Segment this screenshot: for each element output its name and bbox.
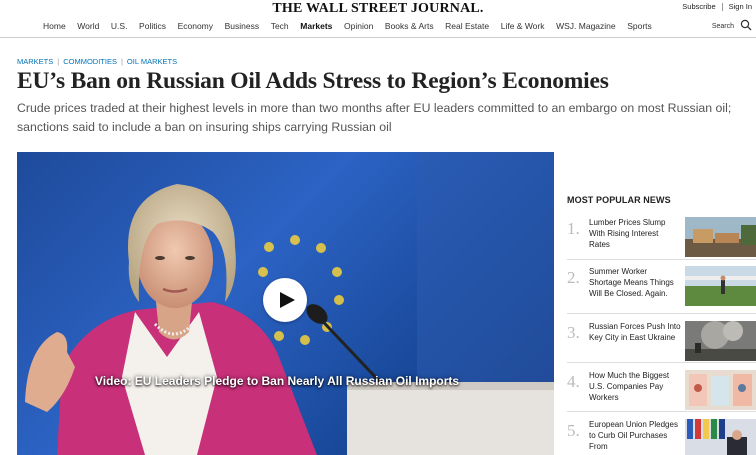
breadcrumb-commodities[interactable]: COMMODITIES xyxy=(63,57,117,66)
popular-headline[interactable]: Russian Forces Push Into Key City in Eas… xyxy=(589,321,681,343)
play-icon xyxy=(280,292,295,308)
popular-rank: 1. xyxy=(567,219,580,238)
divider: | xyxy=(57,57,60,66)
nav-item-real-estate[interactable]: Real Estate xyxy=(445,21,489,31)
popular-item-4[interactable]: 4. How Much the Biggest U.S. Companies P… xyxy=(567,370,756,414)
nav-item-us[interactable]: U.S. xyxy=(111,21,128,31)
popular-thumbnail[interactable] xyxy=(685,217,756,257)
nav-item-world[interactable]: World xyxy=(77,21,99,31)
wsj-logo[interactable]: THE WALL STREET JOURNAL. xyxy=(0,1,756,17)
search-label: Search xyxy=(711,22,734,30)
video-caption[interactable]: Video: EU Leaders Pledge to Ban Nearly A… xyxy=(95,374,459,388)
most-popular-title: MOST POPULAR NEWS xyxy=(567,195,671,205)
popular-item-5[interactable]: 5. European Union Pledges to Curb Oil Pu… xyxy=(567,419,756,455)
popular-thumbnail[interactable] xyxy=(685,321,756,361)
popular-item-3[interactable]: 3. Russian Forces Push Into Key City in … xyxy=(567,321,756,365)
popular-thumbnail[interactable] xyxy=(685,419,756,455)
popular-rank: 2. xyxy=(567,268,580,287)
nav-item-business[interactable]: Business xyxy=(225,21,260,31)
popular-rank: 5. xyxy=(567,421,580,440)
article-dek: Crude prices traded at their highest lev… xyxy=(17,101,732,134)
video-player[interactable]: Video: EU Leaders Pledge to Ban Nearly A… xyxy=(17,152,554,455)
breadcrumb-oil-markets[interactable]: OIL MARKETS xyxy=(127,57,177,66)
popular-thumbnail[interactable] xyxy=(685,370,756,410)
article-headline: EU’s Ban on Russian Oil Adds Stress to R… xyxy=(17,68,609,94)
masthead: THE WALL STREET JOURNAL. Subscribe Sign I… xyxy=(0,0,756,38)
search-icon xyxy=(740,19,752,33)
nav-item-sports[interactable]: Sports xyxy=(627,21,652,31)
popular-headline[interactable]: European Union Pledges to Curb Oil Purch… xyxy=(589,419,681,452)
popular-thumbnail[interactable] xyxy=(685,266,756,306)
account-links: Subscribe Sign In xyxy=(676,2,752,12)
breadcrumb: MARKETS | COMMODITIES | OIL MARKETS xyxy=(17,57,177,66)
nav-item-opinion[interactable]: Opinion xyxy=(344,21,373,31)
nav-item-politics[interactable]: Politics xyxy=(139,21,166,31)
nav-item-home[interactable]: Home xyxy=(43,21,66,31)
breadcrumb-markets[interactable]: MARKETS xyxy=(17,57,53,66)
divider xyxy=(567,362,756,363)
nav-item-wsj-magazine[interactable]: WSJ. Magazine xyxy=(556,21,616,31)
nav-item-books-arts[interactable]: Books & Arts xyxy=(385,21,434,31)
divider: | xyxy=(120,57,123,66)
search-button[interactable]: Search xyxy=(712,19,752,33)
popular-headline[interactable]: Summer Worker Shortage Means Things Will… xyxy=(589,266,681,299)
nav-item-markets[interactable]: Markets xyxy=(300,21,332,31)
nav-item-economy[interactable]: Economy xyxy=(178,21,213,31)
nav-item-life-work[interactable]: Life & Work xyxy=(501,21,545,31)
popular-rank: 4. xyxy=(567,372,580,391)
divider xyxy=(567,411,756,412)
play-button[interactable] xyxy=(263,278,307,322)
subscribe-link[interactable]: Subscribe xyxy=(682,2,715,11)
popular-item-2[interactable]: 2. Summer Worker Shortage Means Things W… xyxy=(567,266,756,310)
sign-in-link[interactable]: Sign In xyxy=(729,2,752,11)
divider xyxy=(567,313,756,314)
popular-headline[interactable]: How Much the Biggest U.S. Companies Pay … xyxy=(589,370,681,403)
divider xyxy=(567,259,756,260)
divider xyxy=(721,3,723,12)
nav-item-tech[interactable]: Tech xyxy=(271,21,289,31)
main-nav: Home World U.S. Politics Economy Business Tech… xyxy=(43,21,663,31)
popular-rank: 3. xyxy=(567,323,580,342)
popular-item-1[interactable]: 1. Lumber Prices Slump With Rising Inter… xyxy=(567,217,756,261)
popular-headline[interactable]: Lumber Prices Slump With Rising Interest… xyxy=(589,217,681,250)
